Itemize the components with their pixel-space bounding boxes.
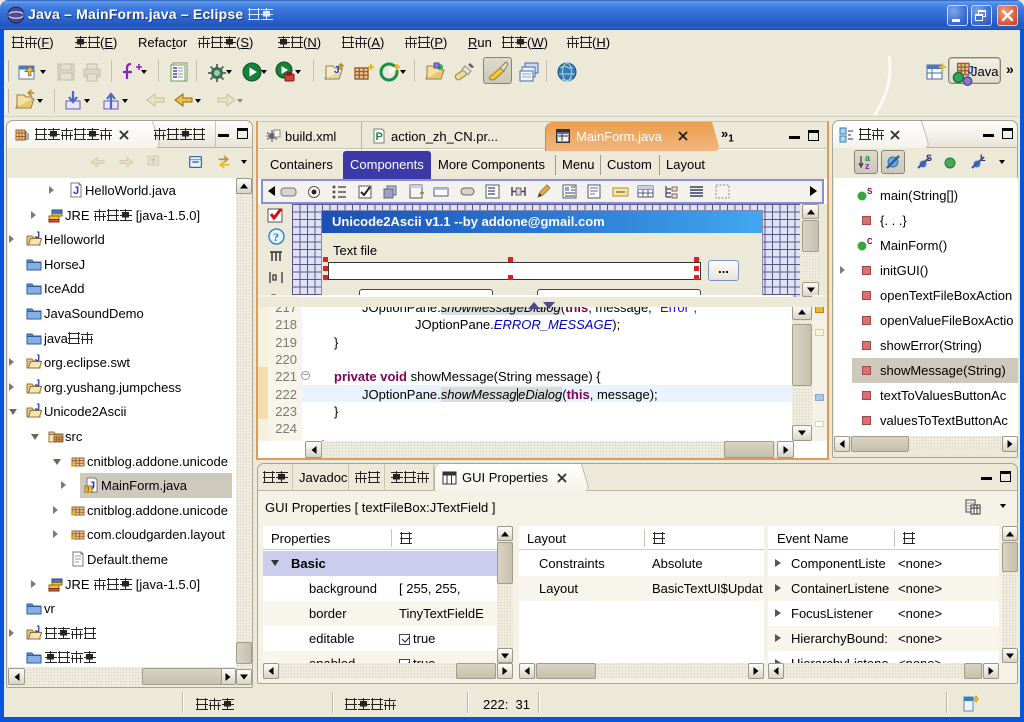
svg-text:?: ?	[273, 230, 279, 244]
svg-text:S: S	[867, 187, 872, 196]
svg-text:P: P	[376, 131, 383, 143]
svg-text:z: z	[865, 161, 870, 171]
svg-text:C: C	[867, 237, 872, 246]
